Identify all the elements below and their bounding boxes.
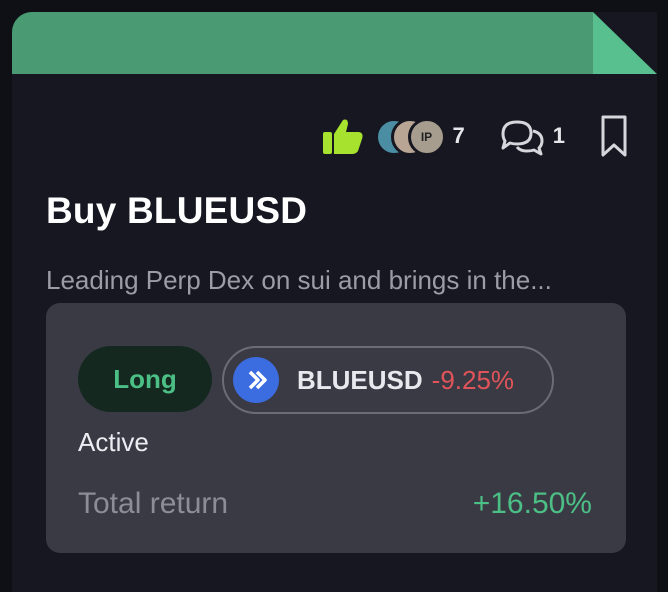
card-description: Leading Perp Dex on sui and brings in th… — [46, 265, 552, 295]
thumbs-up-icon[interactable] — [321, 116, 365, 156]
direction-badge: Long — [78, 346, 212, 412]
liker-avatars[interactable]: IP — [374, 116, 446, 156]
position-status: Active — [78, 427, 149, 457]
corner-fold-icon — [593, 12, 657, 74]
asset-chip[interactable]: BLUEUSD -9.25% — [222, 346, 554, 414]
total-return-label: Total return — [78, 487, 229, 520]
like-count: 7 — [452, 123, 465, 148]
asset-change: -9.25% — [431, 364, 515, 395]
card-title: Buy BLUEUSD — [46, 190, 308, 231]
avatar-initials: IP — [420, 130, 433, 144]
total-return-value: +16.50% — [472, 487, 592, 520]
trade-card[interactable]: IP 7 1 Buy BLUEUSD Leading Perp Dex on s… — [12, 12, 657, 592]
asset-symbol: BLUEUSD — [297, 364, 423, 395]
avatar: IP — [407, 118, 446, 156]
bluefin-logo-icon — [233, 357, 279, 403]
position-panel: Long BLUEUSD -9.25% Active Total return … — [46, 303, 626, 553]
social-actions: IP 7 1 — [321, 114, 630, 158]
card-header — [12, 12, 657, 74]
comment-count: 1 — [552, 123, 565, 148]
bookmark-icon[interactable] — [599, 114, 629, 158]
comment-icon[interactable] — [495, 114, 547, 158]
